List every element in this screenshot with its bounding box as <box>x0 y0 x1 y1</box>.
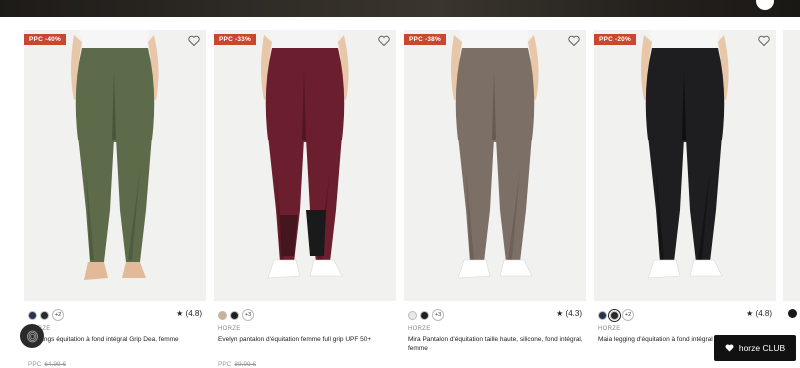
product-name-link[interactable]: Evelyn pantalon d'équitation femme full … <box>218 335 394 344</box>
wishlist-heart-icon[interactable] <box>758 35 770 47</box>
discount-badge: PPC -38% <box>404 34 446 45</box>
wishlist-heart-icon[interactable] <box>568 35 580 47</box>
product-price: PPC 89,99 € <box>218 361 256 368</box>
price-old: 64,99 € <box>44 361 67 368</box>
product-rating: ★ (4.8) <box>176 309 202 318</box>
top-banner <box>0 0 800 17</box>
more-colors-button[interactable]: +3 <box>242 309 254 321</box>
more-colors-button[interactable]: +2 <box>52 309 64 321</box>
next-product-swatch[interactable] <box>788 309 797 318</box>
next-product-image[interactable] <box>783 30 800 301</box>
fingerprint-button[interactable] <box>20 324 44 348</box>
product-card[interactable]: PPC -38% +3 ★ (4.3) HORZE Mira Pantalon d'éq… <box>404 30 586 352</box>
more-colors-button[interactable]: +3 <box>432 309 444 321</box>
horze-club-label: horze CLUB <box>738 343 786 353</box>
color-swatches: +2 <box>598 308 634 322</box>
product-price <box>598 361 601 368</box>
color-swatch[interactable] <box>40 310 49 320</box>
more-colors-button[interactable]: +2 <box>622 309 634 321</box>
color-swatches: +3 <box>218 309 254 321</box>
product-rating: ★ (4.8) <box>746 309 772 318</box>
color-swatches: +3 <box>408 309 444 321</box>
color-swatch[interactable] <box>408 310 417 320</box>
horze-club-button[interactable]: horze CLUB <box>714 335 796 361</box>
product-image-container[interactable]: PPC -38% <box>404 30 586 301</box>
product-image[interactable] <box>24 30 206 301</box>
heart-icon <box>725 344 734 352</box>
color-swatch[interactable] <box>598 310 607 320</box>
product-image-container[interactable]: PPC -33% <box>214 30 396 301</box>
price-label: PPC <box>28 361 42 368</box>
product-brand: HORZE <box>218 326 241 332</box>
product-image[interactable] <box>594 30 776 301</box>
product-card[interactable]: PPC -33% +3 HORZE Evelyn pantalon d'équitat… <box>214 30 396 368</box>
product-image[interactable] <box>404 30 586 301</box>
color-swatch[interactable] <box>608 308 621 322</box>
product-rating: ★ (4.3) <box>556 309 582 318</box>
product-image[interactable] <box>214 30 396 301</box>
wishlist-heart-icon[interactable] <box>188 35 200 47</box>
product-price: PPC 64,99 € <box>28 361 66 368</box>
product-card[interactable]: PPC -40%+2★ (4.8)HORZELeggings équitatio… <box>24 30 206 368</box>
product-name-link[interactable]: Mira Pantalon d'équitation taille haute,… <box>408 335 584 353</box>
discount-badge: PPC -20% <box>594 34 636 45</box>
color-swatch[interactable] <box>230 310 239 320</box>
discount-badge: PPC -40% <box>24 34 66 45</box>
product-image-container[interactable]: PPC -20% <box>594 30 776 301</box>
price-label: PPC <box>218 361 232 368</box>
banner-action-icon[interactable] <box>756 0 774 10</box>
wishlist-heart-icon[interactable] <box>378 35 390 47</box>
fingerprint-icon <box>26 330 38 342</box>
product-brand: HORZE <box>598 326 621 332</box>
product-price <box>408 361 411 368</box>
color-swatches: +2 <box>28 309 64 321</box>
discount-badge: PPC -33% <box>214 34 256 45</box>
product-brand: HORZE <box>408 326 431 332</box>
color-swatch[interactable] <box>28 310 37 320</box>
color-swatch[interactable] <box>218 310 227 320</box>
product-card[interactable]: PPC -20% +2 ★ (4.8) HORZE Maia legging d'équ… <box>594 30 776 343</box>
price-old: 89,99 € <box>234 361 257 368</box>
product-name-link[interactable]: Leggings équitation à fond intégral Grip… <box>28 335 204 344</box>
color-swatch[interactable] <box>420 310 429 320</box>
product-image-container[interactable]: PPC -40% <box>24 30 206 301</box>
